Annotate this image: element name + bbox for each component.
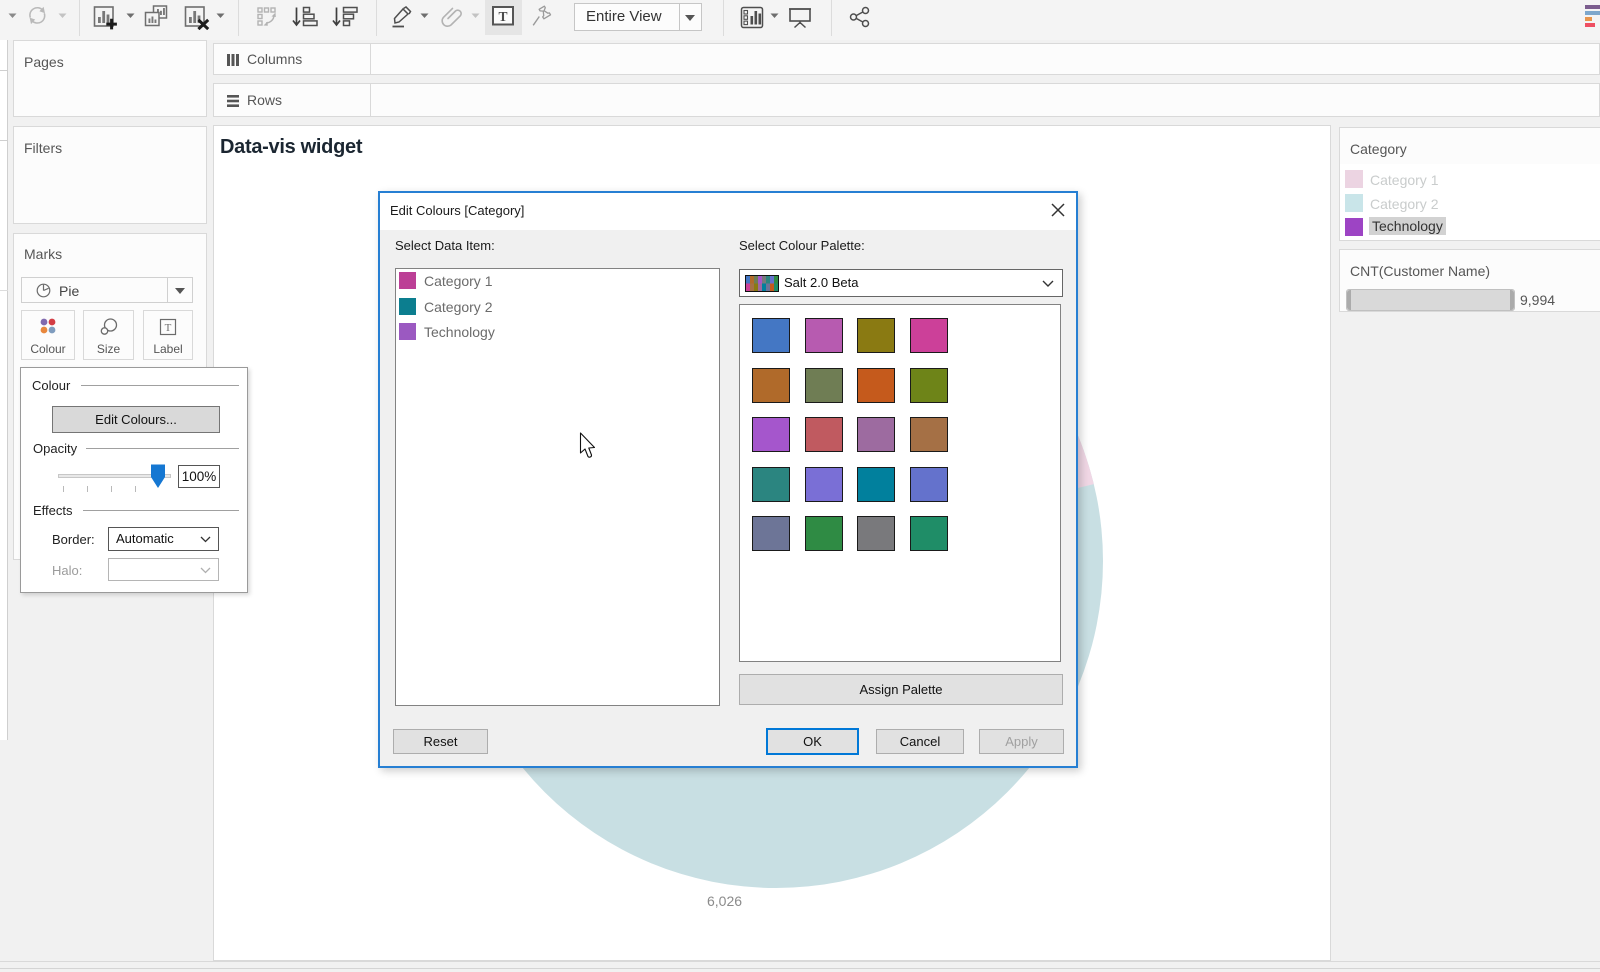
svg-text:T: T (498, 9, 507, 24)
svg-text:T: T (165, 322, 172, 334)
